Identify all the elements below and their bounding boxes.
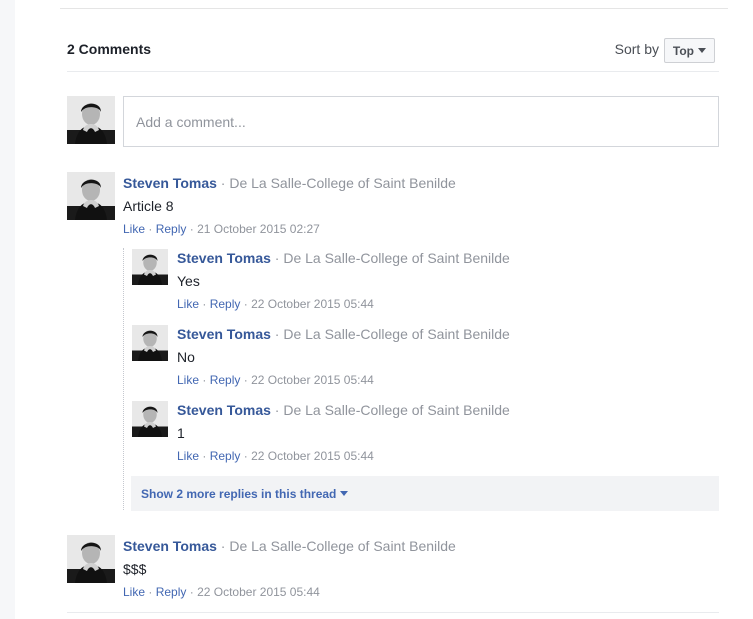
like-link[interactable]: Like — [123, 222, 145, 236]
avatar[interactable] — [132, 249, 168, 285]
author-link[interactable]: Steven Tomas — [177, 326, 271, 342]
comment-heading: Steven Tomas · De La Salle-College of Sa… — [123, 175, 456, 191]
comment-input[interactable] — [123, 96, 719, 147]
comment-count: 2 Comments — [67, 41, 152, 57]
comment-heading: Steven Tomas · De La Salle-College of Sa… — [177, 326, 510, 342]
reply-link[interactable]: Reply — [156, 585, 187, 599]
comment-heading: Steven Tomas · De La Salle-College of Sa… — [177, 250, 510, 266]
author-affiliation[interactable]: De La Salle-College of Saint Benilde — [283, 250, 509, 266]
avatar[interactable] — [67, 535, 115, 583]
separator-dot: · — [243, 373, 252, 387]
separator-dot: · — [148, 222, 156, 236]
page-side-strip — [0, 0, 15, 619]
comment-timestamp[interactable]: 22 October 2015 05:44 — [251, 449, 374, 463]
author-affiliation[interactable]: De La Salle-College of Saint Benilde — [283, 326, 509, 342]
comment-heading: Steven Tomas · De La Salle-College of Sa… — [123, 538, 456, 554]
comment-actions: Like · Reply · 22 October 2015 05:44 — [177, 373, 374, 387]
separator-dot: · — [189, 585, 198, 599]
comment-text: 1 — [177, 425, 185, 441]
top-divider — [60, 8, 728, 9]
comment-actions: Like · Reply · 22 October 2015 05:44 — [123, 585, 320, 599]
comments-header: 2 Comments Sort by Top — [67, 32, 719, 72]
comment-text: Yes — [177, 273, 200, 289]
bottom-divider — [67, 612, 719, 613]
reply-link[interactable]: Reply — [210, 373, 241, 387]
like-link[interactable]: Like — [177, 297, 199, 311]
author-link[interactable]: Steven Tomas — [123, 538, 217, 554]
show-more-replies-button[interactable]: Show 2 more replies in this thread — [131, 476, 719, 511]
author-link[interactable]: Steven Tomas — [177, 250, 271, 266]
comment-text: Article 8 — [123, 198, 174, 214]
comment-timestamp[interactable]: 22 October 2015 05:44 — [251, 297, 374, 311]
author-affiliation[interactable]: De La Salle-College of Saint Benilde — [229, 538, 455, 554]
sort-dropdown[interactable]: Top — [663, 38, 715, 63]
avatar[interactable] — [132, 401, 168, 437]
reply-link[interactable]: Reply — [210, 449, 241, 463]
like-link[interactable]: Like — [177, 373, 199, 387]
separator-dot: · — [148, 585, 156, 599]
comment-timestamp[interactable]: 22 October 2015 05:44 — [197, 585, 320, 599]
comment-timestamp[interactable]: 22 October 2015 05:44 — [251, 373, 374, 387]
composer-avatar[interactable] — [67, 96, 115, 144]
like-link[interactable]: Like — [123, 585, 145, 599]
sort-value: Top — [672, 43, 694, 58]
comment-text: No — [177, 349, 195, 365]
reply-link[interactable]: Reply — [156, 222, 187, 236]
avatar[interactable] — [67, 172, 115, 220]
comment-text: $$$ — [123, 561, 147, 577]
comment-actions: Like · Reply · 21 October 2015 02:27 — [123, 222, 320, 236]
comment-actions: Like · Reply · 22 October 2015 05:44 — [177, 449, 374, 463]
reply-thread-line — [123, 248, 124, 510]
separator-dot: · — [189, 222, 198, 236]
avatar[interactable] — [132, 325, 168, 361]
author-link[interactable]: Steven Tomas — [123, 175, 217, 191]
chevron-down-icon — [698, 48, 706, 53]
chevron-down-icon — [340, 491, 349, 496]
comment-timestamp[interactable]: 21 October 2015 02:27 — [197, 222, 320, 236]
author-affiliation[interactable]: De La Salle-College of Saint Benilde — [229, 175, 455, 191]
separator-dot: · — [243, 297, 252, 311]
comment-heading: Steven Tomas · De La Salle-College of Sa… — [177, 402, 510, 418]
author-link[interactable]: Steven Tomas — [177, 402, 271, 418]
separator-dot: · — [202, 449, 210, 463]
like-link[interactable]: Like — [177, 449, 199, 463]
separator-dot: · — [202, 297, 210, 311]
show-more-replies-label: Show 2 more replies in this thread — [141, 486, 337, 501]
sort-label: Sort by — [614, 41, 659, 57]
author-affiliation[interactable]: De La Salle-College of Saint Benilde — [283, 402, 509, 418]
separator-dot: · — [243, 449, 252, 463]
reply-link[interactable]: Reply — [210, 297, 241, 311]
separator-dot: · — [202, 373, 210, 387]
comment-actions: Like · Reply · 22 October 2015 05:44 — [177, 297, 374, 311]
